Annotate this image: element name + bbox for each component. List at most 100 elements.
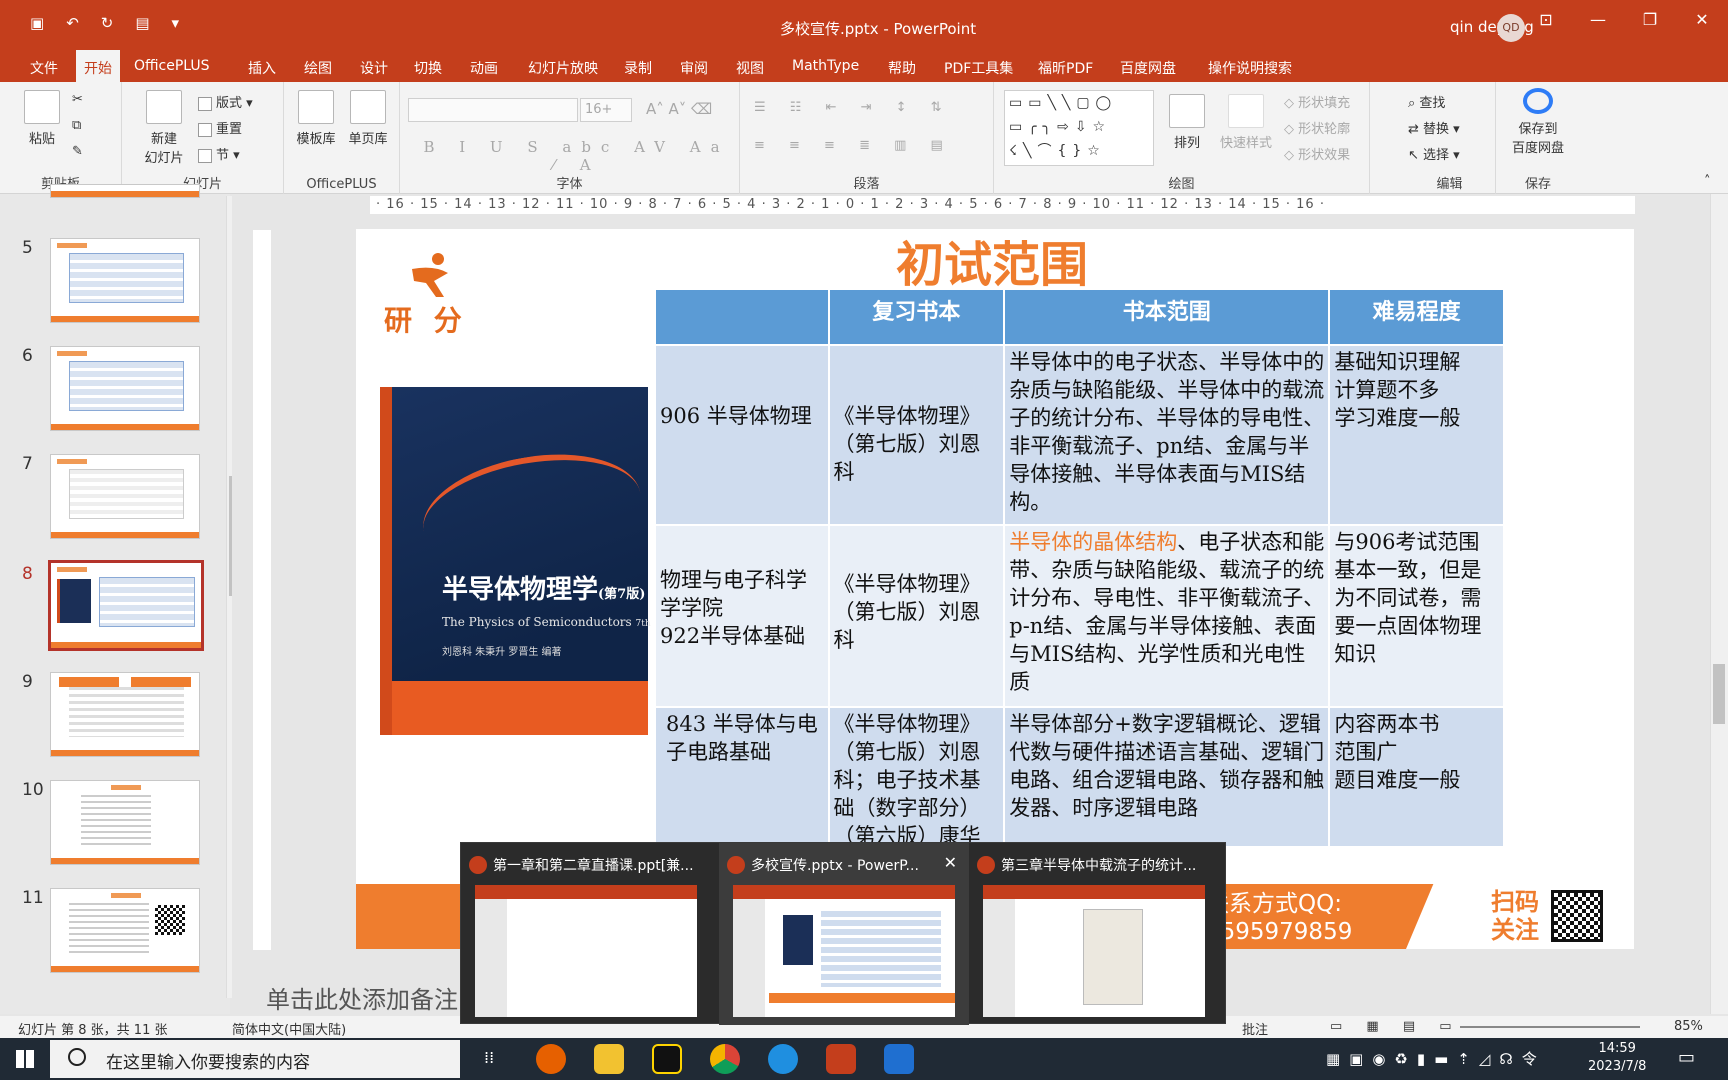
save-icon[interactable]: ▣ xyxy=(30,14,44,32)
group-font: 16+ A˄ A˅ ⌫ B I U S abc AV Aa ⁄ A 字体 xyxy=(400,82,740,194)
powerpoint-taskbar-icon[interactable] xyxy=(826,1044,856,1074)
comments-button[interactable]: 批注 xyxy=(1242,1019,1268,1038)
clock[interactable]: 14:59 2023/7/8 xyxy=(1588,1040,1646,1076)
zoom-level[interactable]: 85% xyxy=(1674,1019,1703,1034)
copy-icon[interactable]: ⧉ xyxy=(72,118,81,133)
tab-animations[interactable]: 动画 xyxy=(462,56,506,80)
thumb-footer xyxy=(51,750,199,756)
tab-file[interactable]: 文件 xyxy=(22,56,66,80)
notes-placeholder[interactable]: 单击此处添加备注 xyxy=(266,980,458,1015)
thumbnail-slide-5[interactable] xyxy=(50,238,200,323)
font-format-icons[interactable]: B I U S abc AV Aa ⁄ A xyxy=(414,138,739,174)
tab-baidu-netdisk[interactable]: 百度网盘 xyxy=(1112,56,1184,80)
new-slide-button[interactable]: 新建 幻灯片 xyxy=(136,90,192,166)
scroll-thumb[interactable] xyxy=(1713,664,1725,724)
shape-effects-button[interactable]: ◇ 形状效果 xyxy=(1284,144,1350,163)
slide-canvas[interactable]: 初试范围 研 分 半导体物理学(第7版) The Physics of Semi… xyxy=(356,229,1634,949)
quick-styles-button[interactable]: 快速样式 xyxy=(1216,94,1276,151)
present-icon[interactable]: ▤ xyxy=(135,14,149,32)
tab-slideshow[interactable]: 幻灯片放映 xyxy=(520,56,606,80)
book-publisher-band xyxy=(392,681,648,735)
zoom-slider[interactable] xyxy=(1460,1026,1640,1028)
scope-cell: 半导体的晶体结构、电子状态和能带、杂质与缺陷能级、载流子的统计分布、导电性、非平… xyxy=(1003,524,1331,708)
firefox-icon[interactable] xyxy=(536,1044,566,1074)
system-tray-icons[interactable]: ▦▣◉♻▮▬⇡◿☊令 xyxy=(1326,1048,1546,1069)
thumbnail-slide-10[interactable] xyxy=(50,780,200,865)
cut-icon[interactable]: ✂ xyxy=(72,92,83,107)
tab-mathtype[interactable]: MathType xyxy=(784,56,867,76)
sticky-notes-icon[interactable] xyxy=(652,1044,682,1074)
preview-window-2[interactable]: 多校宣传.pptx - PowerP... ✕ xyxy=(719,843,969,1025)
font-grow-icon[interactable]: A˄ A˅ ⌫ xyxy=(646,100,712,118)
reset-button[interactable]: 重置 xyxy=(198,118,242,137)
shapes-gallery[interactable]: ▭▭╲╲▢◯ ▭╭╮⇨⇩☆ ☇╲⌒{}☆ xyxy=(1004,90,1154,166)
list-icons[interactable]: ☰ ☷ ⇤ ⇥ ↕ ⇅ xyxy=(754,100,952,115)
tab-officeplus[interactable]: OfficePLUS xyxy=(126,56,218,76)
close-icon[interactable]: ✕ xyxy=(944,853,957,872)
replace-button[interactable]: ⇄ 替换 ▾ xyxy=(1408,118,1460,137)
collapse-ribbon-icon[interactable]: ˄ xyxy=(1704,174,1711,189)
tab-help[interactable]: 帮助 xyxy=(880,56,924,80)
book-cover-image[interactable]: 半导体物理学(第7版) The Physics of Semiconductor… xyxy=(380,387,686,735)
select-button[interactable]: ↖ 选择 ▾ xyxy=(1408,144,1460,163)
task-view-icon[interactable]: ⁞⁞ xyxy=(484,1048,494,1067)
notification-icon[interactable]: ▭ xyxy=(1678,1047,1695,1068)
paste-button[interactable]: 粘贴 xyxy=(20,90,64,147)
maximize-button[interactable]: ❐ xyxy=(1624,0,1676,40)
editor-scrollbar[interactable] xyxy=(1710,194,1728,1014)
thumbnail-slide-11[interactable] xyxy=(50,888,200,973)
tab-insert[interactable]: 插入 xyxy=(240,56,284,80)
tab-home[interactable]: 开始 xyxy=(76,50,120,82)
windows-start-icon[interactable] xyxy=(16,1050,34,1068)
shape-fill-button[interactable]: ◇ 形状填充 xyxy=(1284,92,1350,111)
tab-review[interactable]: 审阅 xyxy=(672,56,716,80)
ribbon-display-icon[interactable]: ⊡ xyxy=(1520,0,1572,40)
close-button[interactable]: ✕ xyxy=(1676,0,1728,40)
font-size-box[interactable]: 16+ xyxy=(580,98,632,122)
tab-record[interactable]: 录制 xyxy=(616,56,660,80)
preview-window-3[interactable]: 第三章半导体中载流子的统计... xyxy=(969,843,1219,1025)
slide-title[interactable]: 初试范围 xyxy=(896,225,1088,295)
tell-me-search[interactable]: 操作说明搜索 xyxy=(1200,56,1300,80)
shape-outline-button[interactable]: ◇ 形状轮廓 xyxy=(1284,118,1350,137)
chrome-icon[interactable] xyxy=(710,1044,740,1074)
scan-follow-text: 扫码 关注 xyxy=(1491,888,1539,944)
template-library-button[interactable]: 模板库 xyxy=(292,90,340,147)
redo-icon[interactable]: ↻ xyxy=(101,14,114,32)
quick-styles-label: 快速样式 xyxy=(1219,136,1272,151)
arrange-button[interactable]: 排列 xyxy=(1164,94,1210,151)
tab-transitions[interactable]: 切换 xyxy=(406,56,450,80)
minimize-button[interactable]: — xyxy=(1572,0,1624,40)
ribbon: 粘贴 ✂ ⧉ ✎ 剪贴板 新建 幻灯片 版式 ▾ 重置 节 ▾ 幻灯片 模板库 … xyxy=(0,82,1728,194)
photos-icon[interactable] xyxy=(884,1044,914,1074)
file-explorer-icon[interactable] xyxy=(594,1044,624,1074)
tab-view[interactable]: 视图 xyxy=(728,56,772,80)
tab-design[interactable]: 设计 xyxy=(352,56,396,80)
find-button[interactable]: ⌕ 查找 xyxy=(1408,92,1445,111)
single-page-icon xyxy=(350,90,386,124)
save-to-netdisk-button[interactable]: 保存到 百度网盘 xyxy=(1504,88,1572,156)
section-button[interactable]: 节 ▾ xyxy=(198,144,240,163)
tab-foxit-pdf[interactable]: 福昕PDF xyxy=(1030,56,1101,80)
taskbar-search-box[interactable]: 在这里输入你要搜索的内容 xyxy=(50,1040,460,1078)
exam-scope-table[interactable]: 复习书本 书本范围 难易程度 906 半导体物理 《半导体物理》（第七版）刘恩科… xyxy=(654,288,1505,848)
thumbnail-partial[interactable] xyxy=(50,184,200,198)
preview-window-1[interactable]: 第一章和第二章直播课.ppt[兼... xyxy=(461,843,711,1025)
thumbnail-slide-6[interactable] xyxy=(50,346,200,431)
language-indicator[interactable]: 简体中文(中国大陆) xyxy=(232,1019,346,1038)
view-buttons[interactable]: ▭ ▦ ▤ ▭ xyxy=(1330,1019,1462,1034)
tab-pdf-tools[interactable]: PDF工具集 xyxy=(936,56,1021,80)
tab-draw[interactable]: 绘图 xyxy=(296,56,340,80)
customize-qat-icon[interactable]: ▾ xyxy=(172,14,180,32)
single-page-library-button[interactable]: 单页库 xyxy=(344,90,392,147)
group-label-drawing: 绘图 xyxy=(1168,177,1195,192)
thumbnail-slide-7[interactable] xyxy=(50,454,200,539)
undo-icon[interactable]: ↶ xyxy=(66,14,79,32)
thumbnail-slide-9[interactable] xyxy=(50,672,200,757)
edge-icon[interactable] xyxy=(768,1044,798,1074)
thumbnail-slide-8[interactable] xyxy=(48,560,204,651)
align-icons[interactable]: ≡ ≡ ≡ ≣ ▥ ▤ xyxy=(754,138,953,153)
font-name-box[interactable] xyxy=(408,98,578,122)
format-painter-icon[interactable]: ✎ xyxy=(72,144,83,159)
layout-button[interactable]: 版式 ▾ xyxy=(198,92,253,111)
